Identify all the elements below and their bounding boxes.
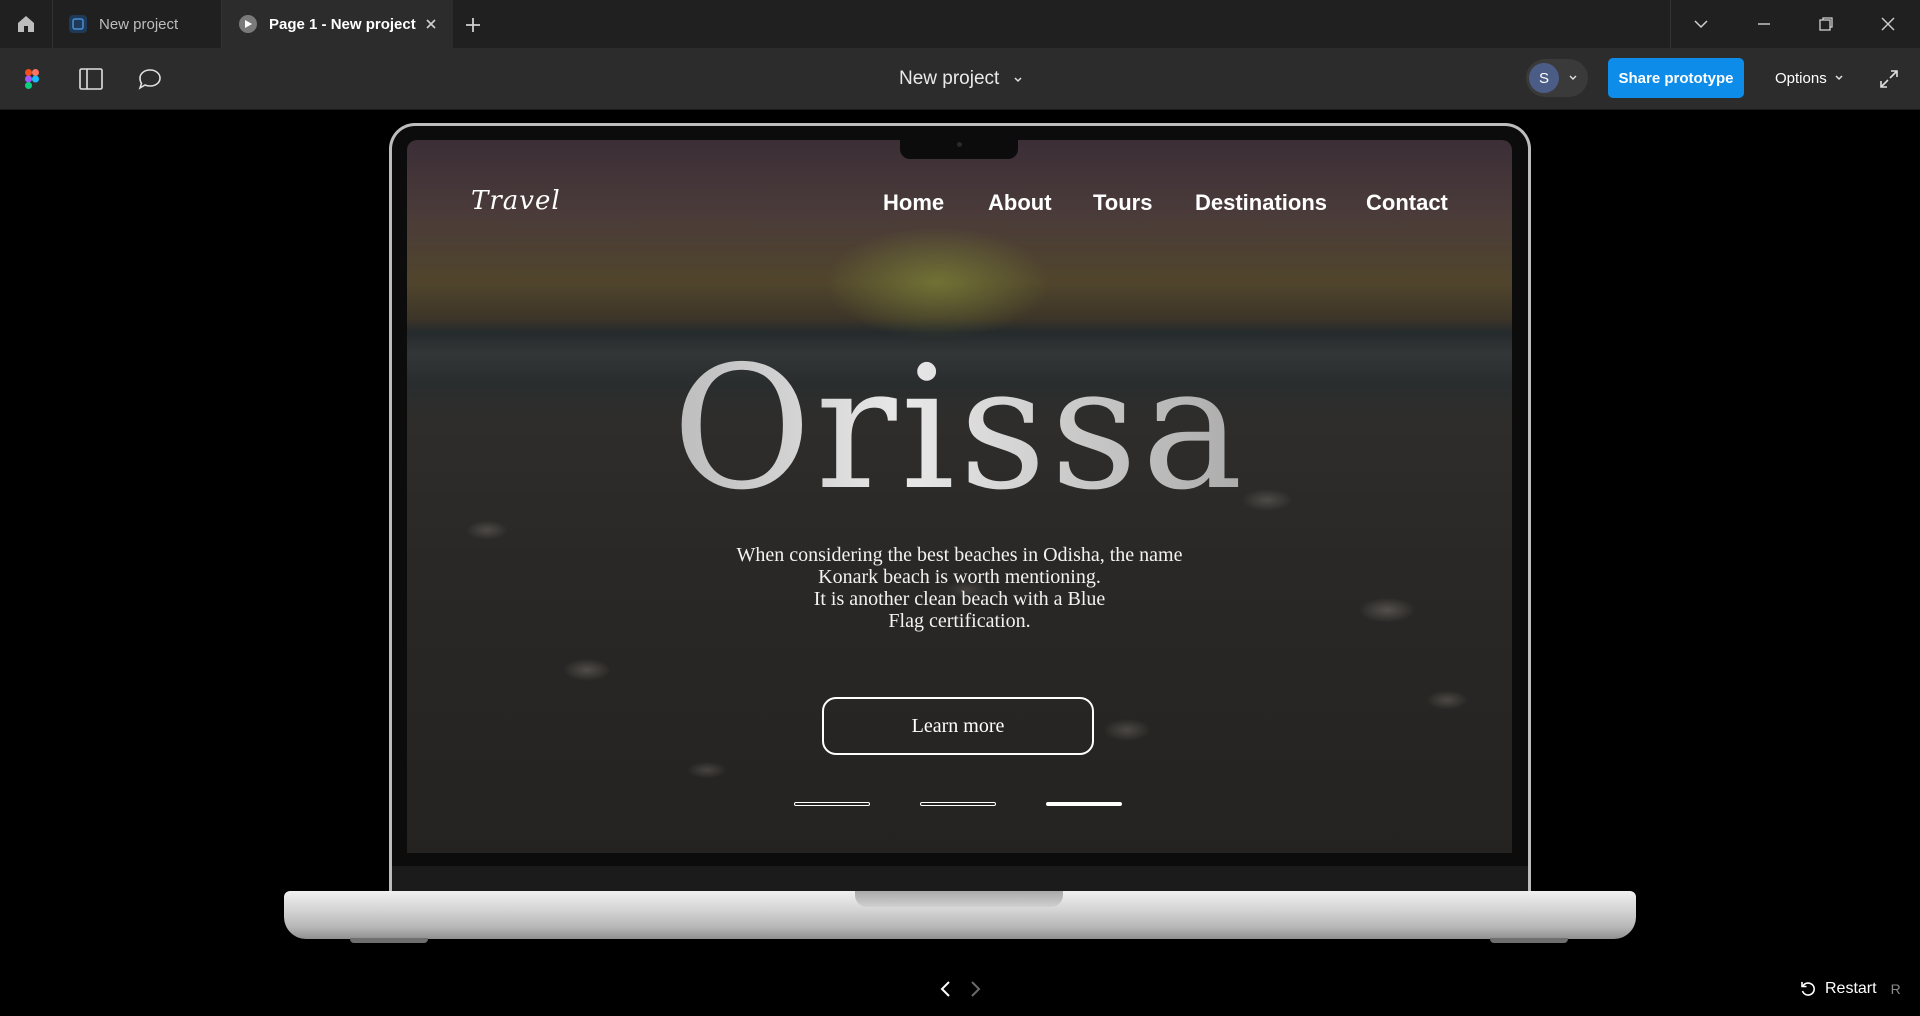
- comment-button[interactable]: [136, 65, 164, 93]
- close-window-button[interactable]: [1857, 0, 1919, 48]
- camera-notch: [900, 136, 1018, 159]
- chevron-down-icon: [1569, 75, 1577, 80]
- window-tab-bar: New project Page 1 - New project: [0, 0, 1920, 48]
- project-title[interactable]: New project: [899, 68, 999, 90]
- user-menu[interactable]: S: [1526, 59, 1588, 97]
- hero-line: Flag certification.: [888, 610, 1031, 632]
- minimize-button[interactable]: [1733, 0, 1795, 48]
- site-logo[interactable]: Travel: [471, 186, 561, 216]
- slide-indicator[interactable]: [1046, 802, 1122, 806]
- next-frame-icon[interactable]: [964, 978, 986, 1000]
- chevron-down-icon[interactable]: [1012, 75, 1024, 85]
- hero-line: Konark beach is worth mentioning.: [818, 566, 1101, 588]
- laptop-chin: [392, 866, 1528, 892]
- nav-contact[interactable]: Contact: [1366, 190, 1448, 216]
- camera: [957, 142, 962, 147]
- tab-new-project[interactable]: New project: [52, 0, 222, 48]
- fullscreen-icon[interactable]: [1878, 68, 1900, 90]
- home-icon: [18, 16, 34, 32]
- laptop-foot: [1490, 938, 1568, 943]
- nav-about[interactable]: About: [988, 190, 1052, 216]
- prototype-toolbar: New project S Share prototype Options: [0, 48, 1920, 110]
- nav-tours[interactable]: Tours: [1093, 190, 1152, 216]
- nav-home[interactable]: Home: [883, 190, 944, 216]
- restart-icon: [1801, 982, 1815, 996]
- design-file-icon: [69, 15, 87, 33]
- comment-icon: [138, 69, 161, 90]
- new-tab-icon[interactable]: [462, 14, 484, 36]
- restore-icon: [1819, 17, 1833, 31]
- tab-list-button[interactable]: [1670, 0, 1732, 48]
- options-label: Options: [1775, 69, 1827, 87]
- tab-prototype[interactable]: Page 1 - New project: [222, 0, 453, 48]
- lid-opening: [855, 891, 1063, 907]
- figma-menu-button[interactable]: [18, 65, 46, 93]
- restart-label: Restart: [1825, 980, 1877, 997]
- figma-logo-icon: [25, 69, 39, 89]
- prototype-screen: Travel Home About Tours Destinations Con…: [407, 140, 1512, 853]
- laptop-base: [284, 891, 1636, 939]
- previous-frame-icon[interactable]: [935, 978, 957, 1000]
- chevron-down-icon: [1694, 20, 1708, 29]
- hero-description: When considering the best beaches in Odi…: [407, 544, 1512, 632]
- minimize-icon: [1758, 23, 1770, 25]
- laptop-foot: [350, 938, 428, 943]
- close-icon: [1881, 17, 1895, 31]
- options-menu-button[interactable]: Options: [1775, 58, 1845, 98]
- hero-line: It is another clean beach with a Blue: [813, 588, 1106, 610]
- sidebar-icon: [79, 68, 103, 90]
- play-icon: [239, 15, 257, 33]
- learn-more-button[interactable]: Learn more: [822, 697, 1094, 755]
- nav-destinations[interactable]: Destinations: [1195, 190, 1327, 216]
- restore-button[interactable]: [1795, 0, 1857, 48]
- home-button[interactable]: [0, 0, 53, 48]
- hero-title: Orissa: [407, 344, 1512, 514]
- sidebar-toggle-button[interactable]: [77, 65, 105, 93]
- restart-shortcut: R: [1890, 981, 1901, 997]
- hero-line: When considering the best beaches in Odi…: [736, 544, 1183, 566]
- slide-indicator[interactable]: [920, 802, 996, 806]
- tab-label: Page 1 - New project: [269, 15, 416, 33]
- close-tab-icon[interactable]: [423, 16, 439, 32]
- tab-label: New project: [99, 15, 179, 33]
- slide-indicator[interactable]: [794, 802, 870, 806]
- restart-button[interactable]: Restart R: [1799, 980, 1901, 998]
- share-prototype-button[interactable]: Share prototype: [1608, 58, 1744, 98]
- avatar: S: [1529, 63, 1559, 93]
- chevron-down-icon: [1835, 75, 1843, 81]
